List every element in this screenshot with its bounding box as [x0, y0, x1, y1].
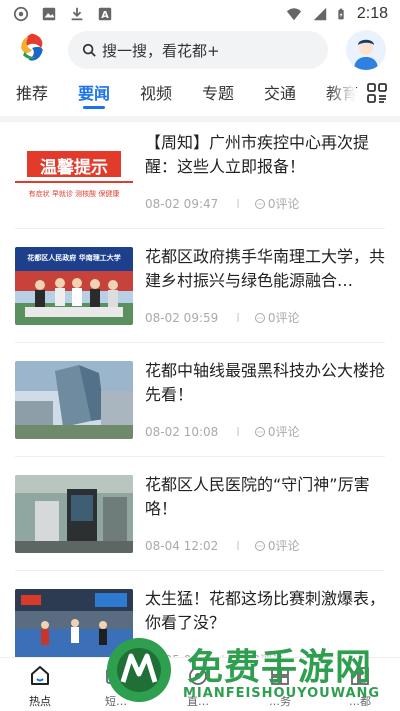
- item-divider: [15, 342, 385, 343]
- news-date: 08-02 10:08: [145, 424, 219, 439]
- nav-service[interactable]: …务: [250, 664, 310, 709]
- meta-separator: I: [236, 538, 240, 553]
- search-placeholder: 搜一搜，看花都+: [102, 41, 220, 60]
- search-bar[interactable]: 搜一搜，看花都+: [68, 31, 328, 69]
- tab-video[interactable]: 视频: [140, 80, 172, 104]
- nav-short-video[interactable]: 短…: [86, 664, 146, 709]
- comment-text: 0评论: [267, 425, 300, 439]
- live-icon: [189, 667, 207, 685]
- nav-label: …务: [269, 695, 291, 708]
- bottom-navigation: 热点 短… 直… …务 …都: [0, 657, 400, 711]
- news-meta: 08-04 12:02 I 0评论: [145, 537, 385, 554]
- comment-text: 0评论: [267, 539, 300, 553]
- service-icon: [271, 667, 289, 685]
- tab-traffic[interactable]: 交通: [264, 80, 296, 104]
- nav-city[interactable]: …都: [330, 664, 390, 709]
- comment-count: 0评论: [254, 537, 300, 554]
- news-meta: 08-02 10:08 I 0评论: [145, 423, 385, 440]
- thumb-text: 温馨提示: [40, 158, 108, 178]
- news-date: 08-02 09:47: [145, 196, 219, 211]
- news-item[interactable]: 温馨提示 有症状 早就诊 测核酸 保健康 【周知】广州市疾控中心再次提醒：这些人…: [0, 122, 400, 236]
- nav-label: 热点: [29, 695, 51, 708]
- comment-icon: [254, 540, 265, 551]
- news-title: 【周知】广州市疾控中心再次提醒：这些人立即报备！: [145, 133, 370, 176]
- comment-count: 0评论: [254, 423, 300, 440]
- news-meta: 08-02 09:47 I 0评论: [145, 195, 385, 212]
- news-date: 08-04 12:02: [145, 538, 219, 553]
- battery-icon: [338, 8, 344, 20]
- signal-icon: [313, 7, 327, 21]
- image-icon: [42, 7, 56, 21]
- status-time: 2:18: [356, 5, 388, 22]
- item-divider: [15, 456, 385, 457]
- grid-menu-icon[interactable]: [366, 82, 388, 104]
- active-tab-indicator: [83, 106, 105, 109]
- news-date: 08-02 09:59: [145, 310, 219, 325]
- header: 搜一搜，看花都+: [0, 28, 400, 72]
- comment-count: 0评论: [254, 309, 300, 326]
- meta-separator: I: [236, 424, 240, 439]
- comment-icon: [254, 198, 265, 209]
- news-thumbnail: 花都区人民政府 华南理工大学: [15, 247, 133, 325]
- news-thumbnail: [15, 589, 133, 667]
- news-title: 花都区人民医院的“守门神”厉害咯！: [145, 475, 370, 518]
- app-logo-icon[interactable]: [14, 30, 50, 66]
- comment-icon: [254, 426, 265, 437]
- video-icon: [106, 668, 126, 684]
- comment-text: 0评论: [267, 311, 300, 325]
- meta-separator: I: [236, 196, 240, 211]
- tab-topics[interactable]: 专题: [202, 80, 234, 104]
- news-title: 花都区政府携手华南理工大学，共建乡村振兴与绿色能源融合…: [145, 247, 385, 290]
- nav-label: 直…: [187, 695, 209, 708]
- thumb-subtext: 有症状 早就诊 测核酸 保健康: [28, 190, 120, 198]
- font-icon: A: [98, 7, 112, 21]
- home-icon: [31, 666, 49, 685]
- user-avatar-icon[interactable]: [346, 30, 386, 70]
- news-item[interactable]: 花都区人民医院的“守门神”厉害咯！ 08-04 12:02 I 0评论: [0, 464, 400, 578]
- search-icon: [82, 43, 96, 57]
- news-thumbnail: 温馨提示 有症状 早就诊 测核酸 保健康: [15, 133, 133, 211]
- nav-label: …都: [349, 695, 371, 708]
- download-icon: [71, 7, 83, 21]
- comment-text: 0评论: [267, 197, 300, 211]
- item-divider: [15, 570, 385, 571]
- item-divider: [15, 228, 385, 229]
- tab-recommend[interactable]: 推荐: [16, 80, 48, 104]
- category-tabs: 推荐 要闻 视频 专题 交通 教育: [0, 72, 400, 116]
- settings-circle-icon: [13, 6, 29, 22]
- news-meta: 08-02 09:59 I 0评论: [145, 309, 385, 326]
- nav-live[interactable]: 直…: [168, 664, 228, 709]
- nav-label: 短…: [105, 695, 127, 708]
- news-item[interactable]: 花都中轴线最强黑科技办公大楼抢先看！ 08-02 10:08 I 0评论: [0, 350, 400, 464]
- city-icon: [351, 667, 369, 685]
- thumb-text: 花都区人民政府 华南理工大学: [27, 254, 121, 262]
- news-thumbnail: [15, 361, 133, 439]
- comment-count: 0评论: [254, 195, 300, 212]
- status-bar: A 2:18: [0, 0, 400, 28]
- tab-headlines[interactable]: 要闻: [78, 80, 110, 104]
- meta-separator: I: [236, 310, 240, 325]
- tab-fade: [326, 72, 356, 116]
- news-title: 花都中轴线最强黑科技办公大楼抢先看！: [145, 361, 385, 404]
- comment-icon: [254, 312, 265, 323]
- nav-hot[interactable]: 热点: [10, 664, 70, 709]
- news-title: 太生猛！花都这场比赛刺激爆表，你看了没？: [145, 589, 385, 632]
- news-item[interactable]: 花都区人民政府 华南理工大学 花都区政府携手华南理工大学，共建乡村振兴与绿色能源…: [0, 236, 400, 350]
- news-thumbnail: [15, 475, 133, 553]
- svg-text:A: A: [101, 10, 109, 21]
- wifi-icon: [286, 8, 301, 21]
